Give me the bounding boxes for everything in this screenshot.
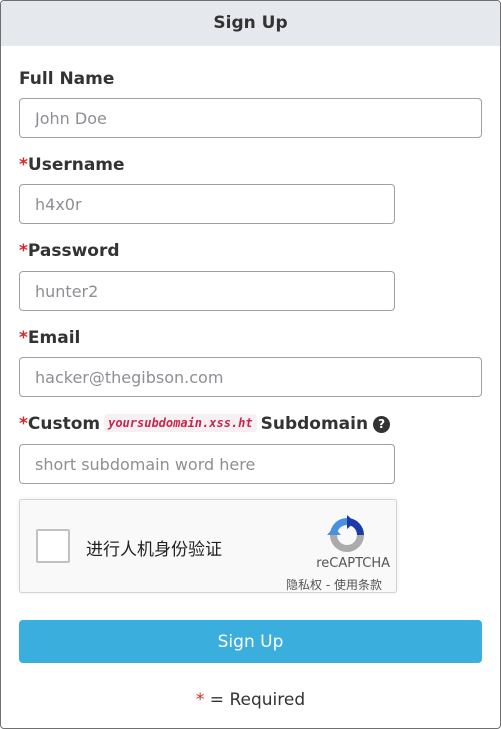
email-label: *Email	[19, 328, 80, 348]
username-label: *Username	[19, 155, 125, 175]
email-label-text: Email	[27, 328, 81, 348]
subdomain-label: *Custom yoursubdomain.xss.ht Subdomain?	[19, 414, 391, 434]
subdomain-label-suffix: Subdomain	[260, 414, 369, 434]
signup-card: Sign Up Full Name *Username *Password *E…	[0, 0, 501, 729]
password-label-text: Password	[27, 241, 120, 261]
required-note: * = Required	[19, 690, 482, 710]
question-circle-icon[interactable]: ?	[373, 416, 391, 433]
subdomain-label-prefix: Custom	[27, 414, 101, 434]
subdomain-code: yoursubdomain.xss.ht	[104, 414, 257, 432]
full-name-label: Full Name	[19, 69, 114, 89]
sign-up-button[interactable]: Sign Up	[19, 620, 482, 663]
full-name-label-text: Full Name	[19, 69, 115, 89]
full-name-input[interactable]	[19, 98, 482, 138]
required-asterisk: *	[19, 328, 28, 348]
required-asterisk: *	[19, 241, 28, 261]
required-asterisk: *	[19, 414, 28, 434]
required-asterisk: *	[195, 690, 205, 710]
subdomain-input[interactable]	[19, 444, 395, 484]
username-label-text: Username	[27, 155, 125, 175]
username-input[interactable]	[19, 184, 395, 224]
password-label: *Password	[19, 241, 120, 261]
recaptcha-checkbox[interactable]	[36, 529, 70, 563]
recaptcha-logo-icon	[327, 515, 364, 552]
card-header: Sign Up	[1, 1, 500, 46]
required-note-text: = Required	[209, 690, 306, 710]
password-input[interactable]	[19, 271, 395, 311]
email-input[interactable]	[19, 357, 482, 397]
recaptcha-links[interactable]: 隐私权 - 使用条款	[286, 576, 382, 593]
recaptcha-widget: 进行人机身份验证 reCAPTCHA 隐私权 - 使用条款	[19, 499, 397, 593]
recaptcha-brand: reCAPTCHA	[316, 556, 390, 571]
required-asterisk: *	[19, 155, 28, 175]
recaptcha-label: 进行人机身份验证	[86, 540, 222, 560]
